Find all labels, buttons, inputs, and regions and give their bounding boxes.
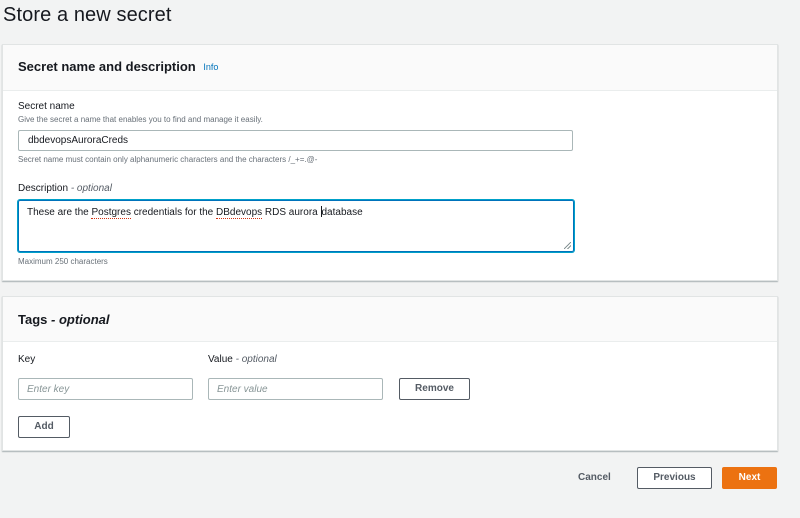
- resize-grip-icon[interactable]: [564, 242, 571, 249]
- description-optional: - optional: [70, 183, 112, 194]
- panel-header-secret: Secret name and description Info: [3, 45, 777, 91]
- secret-name-label: Secret name: [18, 101, 75, 112]
- description-label-text: Description: [18, 183, 69, 194]
- description-text-1: These are the: [27, 207, 92, 218]
- panel-title-secret: Secret name and description: [18, 59, 196, 74]
- panel-title-tags-optional: - optional: [51, 312, 110, 327]
- tag-value-optional: - optional: [235, 354, 277, 365]
- page-title: Store a new secret: [3, 4, 172, 26]
- tags-panel: Tags - optional Key Value - optional Ent…: [2, 296, 778, 451]
- description-text-4: database: [321, 207, 363, 218]
- description-label: Description - optional: [18, 183, 112, 194]
- secret-name-description-panel: Secret name and description Info Secret …: [2, 44, 778, 281]
- description-spell-word-1: Postgres: [91, 207, 131, 219]
- panel-header-tags: Tags - optional: [3, 297, 777, 342]
- next-button[interactable]: Next: [722, 467, 777, 489]
- description-text-2: credentials for the: [130, 207, 216, 218]
- tag-value-label-text: Value: [208, 354, 233, 365]
- tag-value-input[interactable]: Enter value: [208, 378, 383, 400]
- description-limit: Maximum 250 characters: [18, 257, 108, 266]
- description-spell-word-2: DBdevops: [216, 207, 263, 219]
- cancel-button[interactable]: Cancel: [578, 472, 611, 483]
- previous-button[interactable]: Previous: [637, 467, 712, 489]
- add-tag-button[interactable]: Add: [18, 416, 70, 438]
- tag-key-input[interactable]: Enter key: [18, 378, 193, 400]
- description-text-3: RDS aurora: [262, 207, 321, 218]
- secret-name-constraint: Secret name must contain only alphanumer…: [18, 155, 318, 164]
- tag-value-label: Value - optional: [208, 354, 277, 365]
- panel-title-tags: Tags: [18, 312, 48, 327]
- remove-tag-button[interactable]: Remove: [399, 378, 470, 400]
- secret-name-input[interactable]: dbdevopsAuroraCreds: [18, 130, 573, 151]
- tag-key-label: Key: [18, 354, 36, 365]
- info-link[interactable]: Info: [203, 62, 218, 72]
- secret-name-hint: Give the secret a name that enables you …: [18, 115, 263, 124]
- description-textarea[interactable]: These are the Postgres credentials for t…: [18, 200, 574, 252]
